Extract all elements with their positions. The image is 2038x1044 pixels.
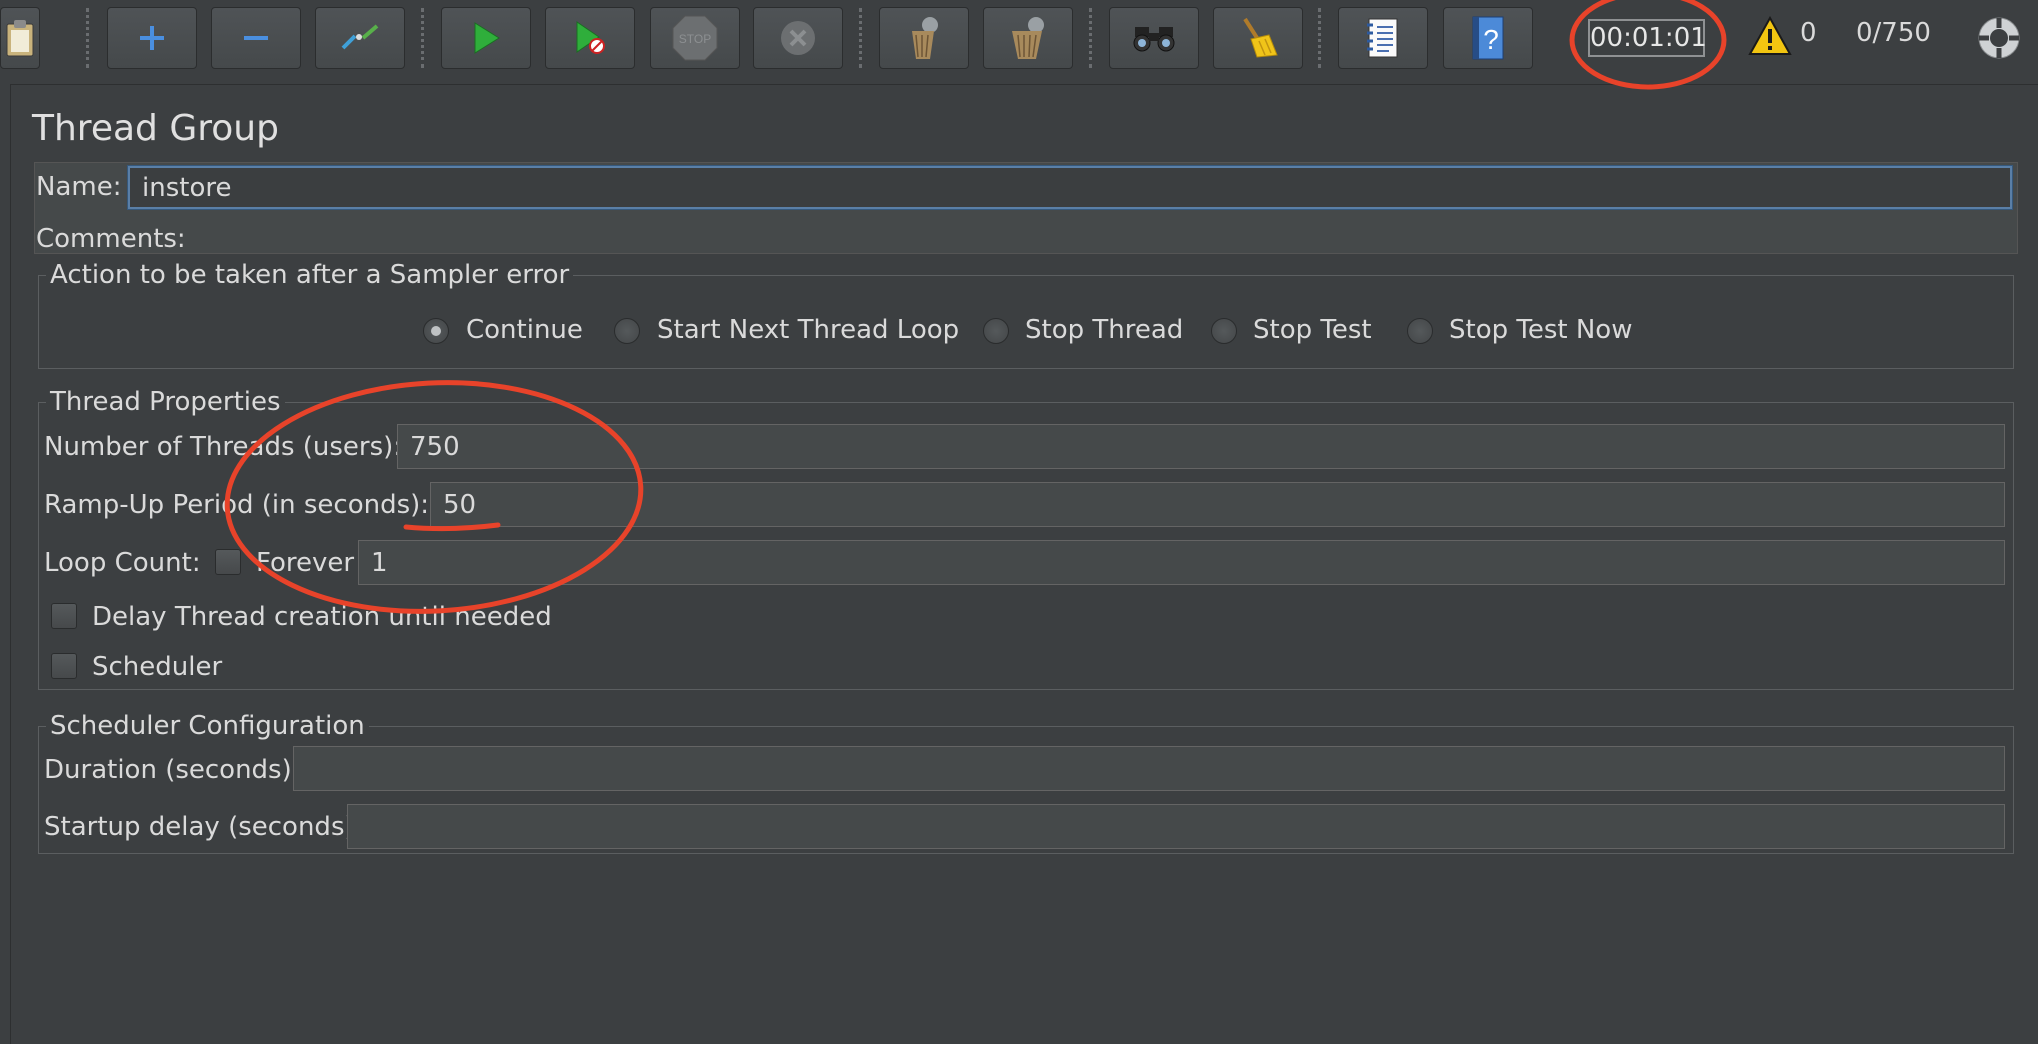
scheduler-checkbox[interactable]: [51, 653, 77, 679]
help-button[interactable]: ?: [1443, 7, 1533, 69]
warning-icon[interactable]: [1748, 16, 1792, 56]
stop-test-now-label[interactable]: Stop Test Now: [1449, 315, 1632, 345]
stop-test-radio[interactable]: [1211, 318, 1237, 344]
help-icon: ?: [1472, 16, 1504, 60]
clear-button[interactable]: [879, 7, 969, 69]
search-button[interactable]: [1109, 7, 1199, 69]
reset-search-button[interactable]: [1213, 7, 1303, 69]
add-button[interactable]: [107, 7, 197, 69]
startup-delay-input[interactable]: [347, 804, 2005, 849]
function-helper-icon: [1367, 18, 1398, 58]
stop-test-label[interactable]: Stop Test: [1253, 315, 1372, 345]
startup-delay-label: Startup delay (seconds): [44, 812, 355, 842]
duration-label: Duration (seconds): [44, 755, 292, 785]
clipboard-button[interactable]: [0, 7, 40, 69]
start-no-pauses-button[interactable]: [545, 7, 635, 69]
remove-button[interactable]: [211, 7, 301, 69]
clear-all-button[interactable]: [983, 7, 1073, 69]
function-helper-button[interactable]: [1338, 7, 1428, 69]
active-threads-count: 0/750: [1856, 18, 1931, 48]
comments-label: Comments:: [36, 224, 186, 254]
stop-test-now-radio[interactable]: [1407, 318, 1433, 344]
name-label: Name:: [36, 172, 122, 202]
remote-status-icon[interactable]: [1977, 16, 2021, 60]
warning-count: 0: [1800, 18, 1817, 48]
stop-thread-label[interactable]: Stop Thread: [1025, 315, 1183, 345]
search-icon: [1133, 27, 1175, 52]
start-next-thread-loop-radio[interactable]: [614, 318, 640, 344]
svg-text:STOP: STOP: [679, 32, 711, 46]
clear-all-icon: [1012, 17, 1044, 59]
rampup-label: Ramp-Up Period (in seconds):: [44, 490, 430, 520]
shutdown-icon: [781, 21, 815, 55]
scheduler-label[interactable]: Scheduler: [92, 652, 222, 682]
loop-count-input[interactable]: [358, 540, 2005, 585]
name-input[interactable]: [128, 166, 2012, 209]
start-button[interactable]: [441, 7, 531, 69]
threads-label: Number of Threads (users):: [44, 432, 403, 462]
start-no-pauses-icon: [576, 21, 605, 54]
forever-label[interactable]: Forever: [256, 548, 354, 578]
clipboard-icon: [6, 20, 34, 57]
stop-icon: STOP: [672, 15, 718, 61]
start-icon: [474, 22, 500, 54]
loop-count-label: Loop Count:: [44, 548, 201, 578]
toolbar: STOP ? 00:01:01 0 0/750: [0, 0, 2038, 80]
page-title: Thread Group: [32, 108, 279, 149]
add-icon: [140, 26, 164, 50]
remove-icon: [244, 36, 268, 40]
continue-radio[interactable]: [423, 318, 449, 344]
svg-text:?: ?: [1483, 24, 1499, 55]
continue-label[interactable]: Continue: [466, 315, 583, 345]
threads-input[interactable]: [397, 424, 2005, 469]
forever-checkbox[interactable]: [215, 549, 241, 575]
reset-search-icon: [1243, 17, 1278, 58]
thread-properties-legend: Thread Properties: [46, 387, 285, 417]
scheduler-config-legend: Scheduler Configuration: [46, 711, 369, 741]
toggle-icon: [341, 24, 379, 50]
stop-button[interactable]: STOP: [650, 7, 740, 69]
toggle-button[interactable]: [315, 7, 405, 69]
start-next-thread-loop-label[interactable]: Start Next Thread Loop: [657, 315, 959, 345]
delay-thread-label[interactable]: Delay Thread creation until needed: [92, 602, 552, 632]
elapsed-time: 00:01:01: [1588, 19, 1707, 57]
rampup-input[interactable]: [430, 482, 2005, 527]
duration-input[interactable]: [293, 746, 2005, 791]
shutdown-button[interactable]: [753, 7, 843, 69]
clear-icon: [912, 17, 938, 59]
stop-thread-radio[interactable]: [983, 318, 1009, 344]
sampler-error-legend: Action to be taken after a Sampler error: [46, 260, 574, 290]
delay-thread-checkbox[interactable]: [51, 603, 77, 629]
